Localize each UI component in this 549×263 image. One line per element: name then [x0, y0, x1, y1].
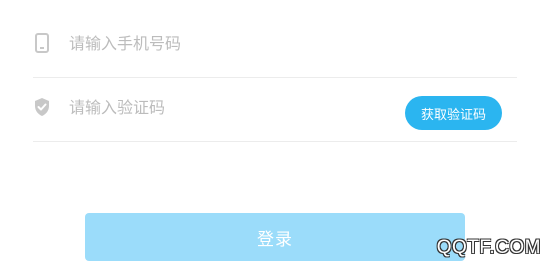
phone-input[interactable] — [69, 30, 369, 56]
phone-row — [33, 8, 517, 78]
get-code-button[interactable]: 获取验证码 — [405, 96, 502, 130]
phone-icon — [33, 33, 51, 53]
code-row: 获取验证码 — [33, 72, 517, 142]
shield-check-icon — [33, 97, 51, 117]
watermark-text: QQTF.COM — [436, 237, 541, 258]
login-button[interactable]: 登录 — [85, 213, 465, 261]
verification-code-input[interactable] — [69, 94, 369, 120]
